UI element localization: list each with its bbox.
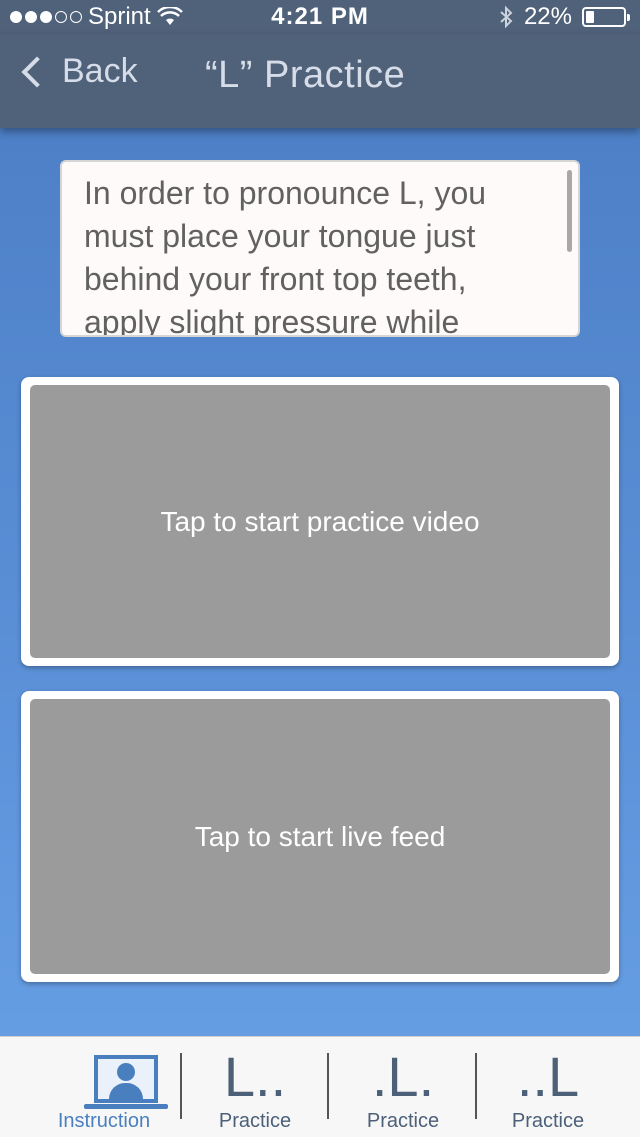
start-live-feed-button[interactable]: Tap to start live feed	[30, 699, 610, 974]
instructor-monitor-icon	[84, 1055, 168, 1109]
l-initial-icon: L..	[223, 1045, 287, 1108]
tab-divider	[327, 1053, 329, 1119]
status-bar: Sprint 4:21 PM 22%	[0, 0, 640, 34]
live-feed-label: Tap to start live feed	[194, 820, 446, 852]
live-feed-panel: Tap to start live feed	[21, 691, 619, 982]
chevron-left-icon	[21, 55, 53, 88]
bluetooth-icon	[500, 5, 513, 29]
tab-practice-medial[interactable]: .L. Practice	[331, 1037, 475, 1137]
tab-bar: Instruction L.. Practice .L. Practice ..…	[0, 1036, 640, 1137]
tab-label: Practice	[511, 1110, 585, 1132]
tab-label: Practice	[218, 1110, 292, 1132]
tab-practice-initial[interactable]: L.. Practice	[184, 1037, 326, 1137]
back-label: Back	[62, 52, 138, 90]
battery-percent: 22%	[523, 3, 572, 30]
start-practice-video-button[interactable]: Tap to start practice video	[30, 385, 610, 658]
tab-divider	[475, 1053, 477, 1119]
practice-video-label: Tap to start practice video	[160, 505, 480, 537]
status-right: 22%	[498, 3, 630, 31]
l-medial-icon: .L.	[371, 1045, 435, 1108]
back-button[interactable]: Back	[18, 52, 138, 91]
instruction-text: In order to pronounce L, you must place …	[84, 175, 487, 337]
tab-divider	[180, 1053, 182, 1119]
page-title: “L” Practice	[205, 54, 406, 96]
tab-practice-final[interactable]: ..L Practice	[479, 1037, 617, 1137]
tab-label: Practice	[366, 1110, 440, 1132]
tab-instruction[interactable]: Instruction	[24, 1037, 184, 1137]
practice-video-panel: Tap to start practice video	[21, 377, 619, 666]
battery-icon	[582, 7, 630, 27]
navigation-bar: Back “L” Practice	[0, 34, 640, 128]
instruction-text-box[interactable]: In order to pronounce L, you must place …	[60, 160, 580, 337]
tab-label: Instruction	[57, 1110, 151, 1132]
scrollbar[interactable]	[567, 170, 572, 252]
l-final-icon: ..L	[516, 1045, 580, 1108]
